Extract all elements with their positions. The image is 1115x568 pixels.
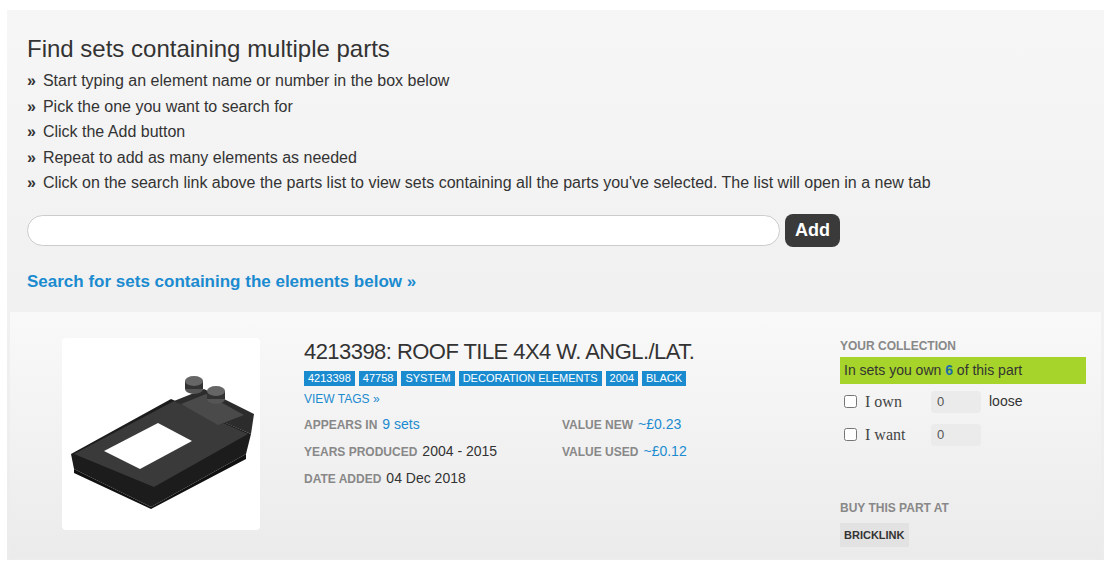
part-image — [62, 338, 260, 530]
heading: Find sets containing multiple parts — [27, 34, 1084, 64]
instruction-item: »Pick the one you want to search for — [27, 94, 1084, 120]
roof-tile-icon — [66, 359, 256, 509]
stat-link[interactable]: ~£0.12 — [643, 441, 686, 462]
collection-panel: YOUR COLLECTIONIn sets you own 6 of this… — [840, 338, 1086, 558]
collection-check: I want — [840, 423, 1086, 447]
part-stats: APPEARS IN9 setsVALUE NEW~£0.23YEARS PRO… — [304, 414, 836, 489]
collection-checkbox[interactable] — [844, 395, 857, 408]
collection-count[interactable] — [931, 391, 981, 413]
tag[interactable]: BLACK — [642, 371, 686, 386]
add-button[interactable]: Add — [785, 214, 840, 247]
instruction-item: »Click the Add button — [27, 119, 1084, 145]
tag-list: 4213398 47758SYSTEM DECORATION ELEMENTS 200… — [304, 371, 836, 386]
search-row: Add — [27, 214, 1084, 247]
view-tags-link[interactable]: VIEW TAGS » — [304, 390, 836, 408]
search-panel: Find sets containing multiple parts »Star… — [7, 10, 1104, 560]
owned-bar: In sets you own 6 of this part — [840, 357, 1086, 384]
tag[interactable]: DECORATION ELEMENTS — [459, 371, 602, 386]
instruction-item: »Repeat to add as many elements as neede… — [27, 145, 1084, 171]
stat: YEARS PRODUCED2004 - 2015 — [304, 441, 562, 462]
element-input[interactable] — [27, 215, 780, 246]
part-title[interactable]: 4213398: ROOF TILE 4X4 W. ANGL./LAT. — [304, 338, 836, 366]
tag[interactable]: 2004 — [606, 371, 638, 386]
collection-count[interactable] — [931, 424, 981, 446]
stat-link[interactable]: ~£0.23 — [638, 414, 681, 435]
instruction-item: »Start typing an element name or number … — [27, 68, 1084, 94]
stat: VALUE USED~£0.12 — [562, 441, 836, 462]
search-link[interactable]: Search for sets containing the elements … — [27, 271, 1084, 293]
collection-check: I ownloose — [840, 390, 1086, 414]
store-button[interactable]: BRICKLINK — [840, 523, 909, 548]
tag[interactable]: 47758 — [359, 371, 398, 386]
collection-checkbox[interactable] — [844, 428, 857, 441]
tag[interactable]: 4213398 — [304, 371, 355, 386]
stat: DATE ADDED04 Dec 2018 — [304, 468, 562, 489]
instructions: »Start typing an element name or number … — [27, 68, 1084, 196]
tag[interactable]: SYSTEM — [401, 371, 454, 386]
stat-link[interactable]: 9 sets — [382, 414, 419, 435]
part-details: 4213398: ROOF TILE 4X4 W. ANGL./LAT. 4213… — [304, 338, 836, 558]
stat: APPEARS IN9 sets — [304, 414, 562, 435]
part-card: 4213398: ROOF TILE 4X4 W. ANGL./LAT. 4213… — [10, 312, 1101, 558]
instruction-item: »Click on the search link above the part… — [27, 170, 1084, 196]
stat: VALUE NEW~£0.23 — [562, 414, 836, 435]
page: Find sets containing multiple parts »Star… — [0, 0, 1115, 568]
